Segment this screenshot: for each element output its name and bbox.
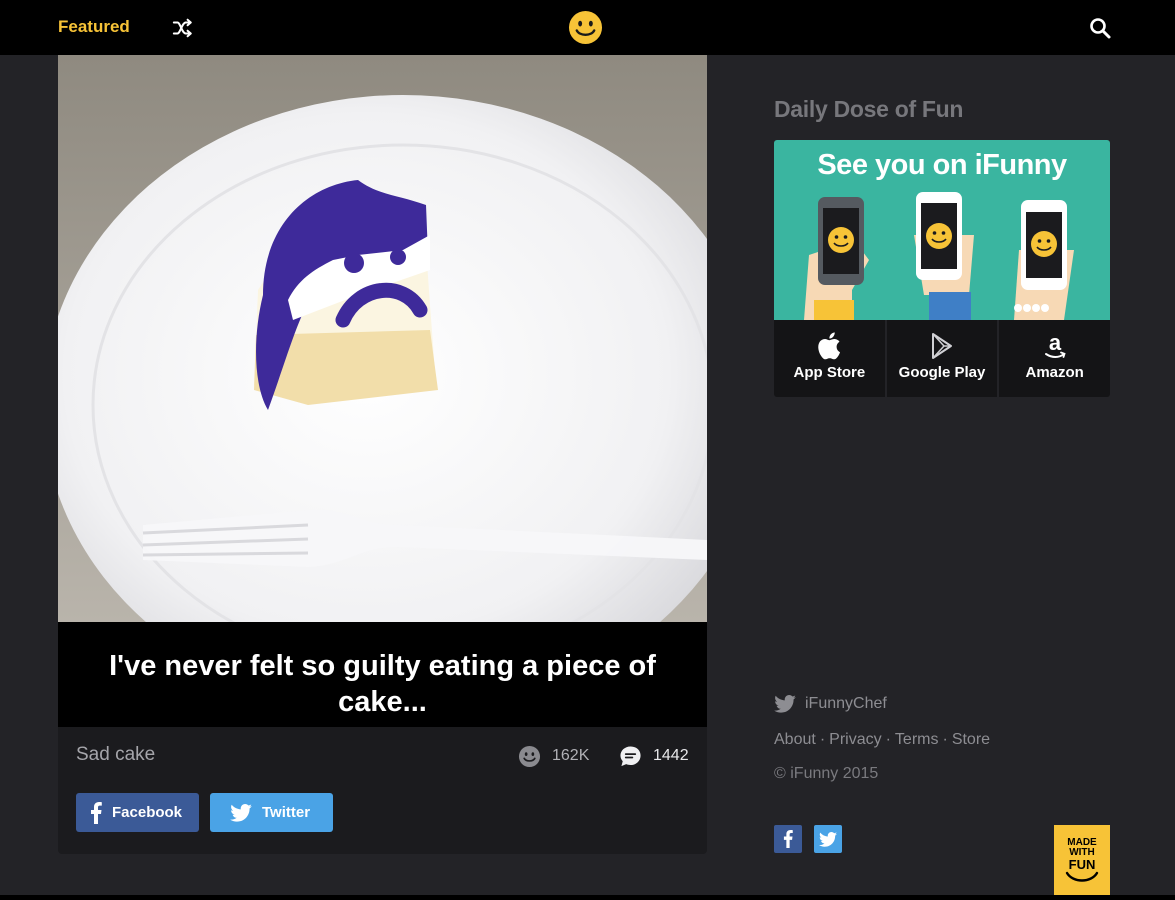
- facebook-icon: [783, 830, 793, 848]
- ifunny-smiley-logo[interactable]: [568, 10, 603, 45]
- smile-counter[interactable]: 162K: [518, 745, 589, 767]
- smile-mouth-icon: [1065, 871, 1099, 882]
- share-facebook-button[interactable]: Facebook: [76, 793, 199, 832]
- promo-title: See you on iFunny: [817, 149, 1067, 181]
- post-card: I've never felt so guilty eating a piece…: [58, 55, 707, 854]
- post-caption: I've never felt so guilty eating a piece…: [58, 622, 707, 727]
- app-store-label: App Store: [793, 364, 866, 381]
- footer-link-terms[interactable]: Terms: [895, 731, 939, 748]
- twitter-bird-icon: [774, 695, 796, 713]
- amazon-icon: a: [1044, 332, 1066, 358]
- google-play-icon: [932, 333, 952, 359]
- twitter-page-button[interactable]: [814, 825, 842, 853]
- footer-links: About · Privacy · Terms · Store: [774, 731, 991, 748]
- made-with-fun-badge[interactable]: MADE WITH FUN: [1054, 825, 1110, 895]
- svg-text:a: a: [1049, 332, 1062, 355]
- smile-count: 162K: [552, 747, 590, 764]
- share-twitter-button[interactable]: Twitter: [210, 793, 333, 832]
- nav-featured-link[interactable]: Featured: [58, 17, 130, 37]
- comment-icon[interactable]: [619, 745, 642, 768]
- app-store-buttons: App Store Google Play a Amazon: [774, 320, 1110, 397]
- twitter-handle: iFunnyChef: [805, 695, 887, 712]
- apple-icon: [818, 332, 841, 360]
- footer-link-about[interactable]: About: [774, 731, 816, 748]
- share-twitter-label: Twitter: [262, 804, 311, 821]
- top-navigation-bar: Featured: [0, 0, 1175, 55]
- twitter-handle-link[interactable]: iFunnyChef: [774, 695, 887, 713]
- twitter-bird-icon: [230, 803, 252, 822]
- post-title: Sad cake: [76, 744, 156, 765]
- footer-link-privacy[interactable]: Privacy: [829, 731, 881, 748]
- amazon-label: Amazon: [1025, 364, 1084, 381]
- post-image[interactable]: [58, 55, 707, 622]
- share-facebook-label: Facebook: [112, 804, 183, 821]
- amazon-button[interactable]: a Amazon: [999, 320, 1110, 397]
- smile-icon[interactable]: [518, 745, 541, 768]
- google-play-button[interactable]: Google Play: [886, 320, 998, 397]
- footer-link-store[interactable]: Store: [952, 731, 990, 748]
- facebook-icon: [91, 801, 102, 824]
- bottom-strip: [0, 895, 1175, 900]
- app-promo-banner[interactable]: See you on iFunny: [774, 140, 1110, 320]
- facebook-page-button[interactable]: [774, 825, 802, 853]
- search-icon[interactable]: [1088, 16, 1112, 40]
- twitter-bird-icon: [819, 831, 837, 847]
- google-play-label: Google Play: [898, 364, 986, 381]
- shuffle-icon[interactable]: [172, 17, 194, 39]
- copyright: © iFunny 2015: [774, 765, 879, 782]
- comment-count: 1442: [653, 747, 689, 764]
- comment-counter[interactable]: 1442: [619, 745, 689, 767]
- sidebar-heading: Daily Dose of Fun: [774, 96, 964, 122]
- app-store-button[interactable]: App Store: [774, 320, 885, 397]
- badge-line-3: FUN: [1068, 857, 1096, 872]
